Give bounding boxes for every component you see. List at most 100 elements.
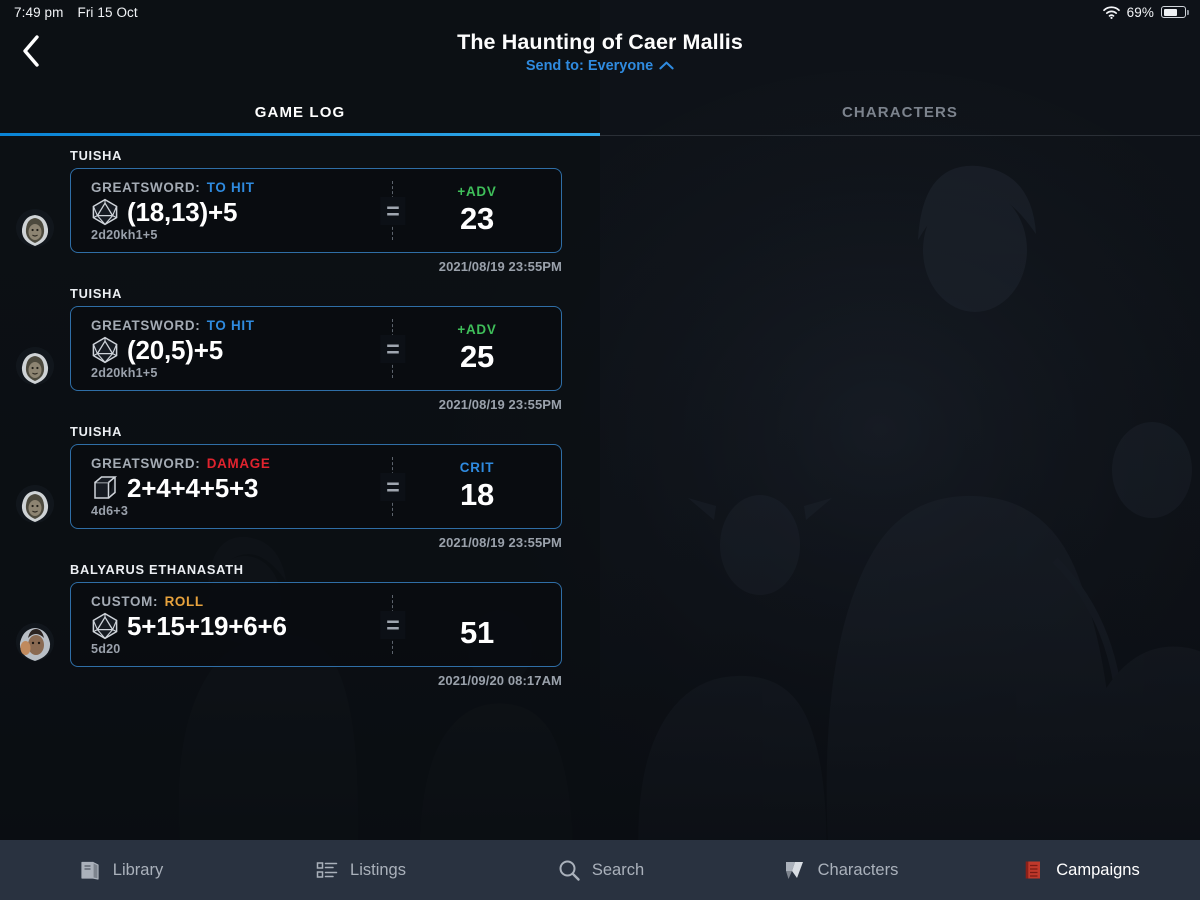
status-bar-left: 7:49 pm Fri 15 Oct: [14, 5, 138, 20]
app-root: 7:49 pm Fri 15 Oct 69% The Haunting of C…: [0, 0, 1200, 900]
roll-source: GREATSWORD:: [91, 180, 201, 195]
nav-item-search[interactable]: Search: [480, 857, 720, 883]
search-icon: [556, 857, 582, 883]
log-entry: BALYARUS ETHANASATH CUSTOM: ROLL 5+15+19…: [0, 558, 1200, 696]
status-time: 7:49 pm: [14, 4, 64, 20]
roll-card-right: +ADV 25: [393, 307, 561, 390]
log-entry: TUISHA GREATSWO: [0, 282, 1200, 420]
back-button[interactable]: [8, 28, 54, 74]
roll-card[interactable]: GREATSWORD: DAMAGE 2+4+4+5+3 4d6+3 = CRI…: [70, 444, 562, 529]
equals-sign: =: [380, 334, 406, 363]
roll-card-right: 51: [393, 583, 561, 666]
bottom-navigation-bar: Library Listings Search Characters Campa…: [0, 840, 1200, 900]
roll-expression-row: 2+4+4+5+3: [91, 473, 392, 503]
roll-card[interactable]: GREATSWORD: TO HIT (18,13)+5 2d20kh1+5 =…: [70, 168, 562, 253]
character-banner-icon: [782, 857, 808, 883]
tab-game-log-label: GAME LOG: [254, 104, 346, 121]
roll-kind: TO HIT: [206, 180, 255, 195]
avatar[interactable]: [16, 485, 54, 523]
nav-item-listings[interactable]: Listings: [240, 857, 480, 883]
d20-icon: [91, 612, 119, 640]
roll-label: GREATSWORD: TO HIT: [91, 180, 392, 195]
roll-card-left: GREATSWORD: TO HIT (20,5)+5 2d20kh1+5: [71, 307, 392, 390]
roll-expression-row: (20,5)+5: [91, 335, 392, 365]
d20-icon: [91, 198, 119, 226]
roll-card-right: +ADV 23: [393, 169, 561, 252]
roll-total: 51: [460, 614, 494, 650]
roll-expression-row: (18,13)+5: [91, 197, 392, 227]
send-to-label: Send to: Everyone: [525, 58, 654, 74]
roll-total: 18: [460, 476, 494, 512]
entry-body: GREATSWORD: TO HIT (18,13)+5 2d20kh1+5 =…: [0, 168, 1200, 253]
roll-card[interactable]: GREATSWORD: TO HIT (20,5)+5 2d20kh1+5 = …: [70, 306, 562, 391]
roll-label: GREATSWORD: DAMAGE: [91, 456, 392, 471]
equals-sign: =: [380, 196, 406, 225]
entry-timestamp: 2021/08/19 23:55PM: [438, 535, 562, 550]
roll-total: 25: [460, 338, 494, 374]
battery-icon: [1161, 6, 1189, 18]
avatar[interactable]: [16, 623, 54, 661]
card-divider: =: [380, 457, 406, 516]
tab-characters-label: CHARACTERS: [842, 104, 958, 121]
entry-timestamp: 2021/09/20 08:17AM: [438, 673, 562, 688]
tab-game-log[interactable]: GAME LOG: [0, 90, 600, 136]
entry-character-name: TUISHA: [70, 424, 123, 439]
roll-formula: 4d6+3: [91, 504, 129, 518]
log-entry: TUISHA GREATSWO: [0, 420, 1200, 558]
roll-expression: (20,5)+5: [127, 335, 223, 365]
entry-character-name: TUISHA: [70, 286, 123, 301]
roll-card-right: CRIT 18: [393, 445, 561, 528]
roll-source: GREATSWORD:: [91, 318, 201, 333]
status-badge: +ADV: [457, 183, 497, 199]
avatar[interactable]: [16, 347, 54, 385]
header-center: The Haunting of Caer Mallis Send to: Eve…: [0, 28, 1200, 74]
nav-item-campaigns-label: Campaigns: [1056, 860, 1140, 879]
entry-body: GREATSWORD: DAMAGE 2+4+4+5+3 4d6+3 = CRI…: [0, 444, 1200, 529]
roll-source: GREATSWORD:: [91, 456, 201, 471]
entry-timestamp: 2021/08/19 23:55PM: [438, 259, 562, 274]
roll-card[interactable]: CUSTOM: ROLL 5+15+19+6+6 5d20 = 51: [70, 582, 562, 667]
card-divider: =: [380, 181, 406, 240]
page-header: The Haunting of Caer Mallis Send to: Eve…: [0, 24, 1200, 90]
roll-card-left: GREATSWORD: TO HIT (18,13)+5 2d20kh1+5: [71, 169, 392, 252]
game-log-list[interactable]: TUISHA GREATSWORD: TO HIT (18,13)+5 2d20…: [0, 136, 1200, 839]
battery-fill: [1163, 8, 1177, 16]
roll-label: CUSTOM: ROLL: [91, 594, 392, 609]
roll-formula: 2d20kh1+5: [91, 366, 158, 380]
roll-expression: 2+4+4+5+3: [127, 473, 259, 503]
nav-item-characters-label: Characters: [817, 860, 899, 879]
roll-source: CUSTOM:: [91, 594, 159, 609]
card-divider: =: [380, 319, 406, 378]
card-divider: =: [380, 595, 406, 654]
roll-total: 23: [460, 200, 494, 236]
status-bar-right: 69%: [1102, 5, 1189, 20]
avatar[interactable]: [16, 209, 54, 247]
d6-icon: [91, 474, 119, 502]
entry-timestamp: 2021/08/19 23:55PM: [438, 397, 562, 412]
roll-kind: ROLL: [164, 594, 204, 609]
book-icon: [77, 857, 103, 883]
tab-bar: GAME LOG CHARACTERS: [0, 90, 1200, 136]
page-title: The Haunting of Caer Mallis: [457, 30, 743, 54]
roll-card-left: GREATSWORD: DAMAGE 2+4+4+5+3 4d6+3: [71, 445, 392, 528]
roll-expression: (18,13)+5: [127, 197, 238, 227]
chevron-up-icon: [659, 58, 674, 74]
nav-item-campaigns[interactable]: Campaigns: [960, 857, 1200, 883]
roll-expression-row: 5+15+19+6+6: [91, 611, 392, 641]
tab-characters[interactable]: CHARACTERS: [600, 90, 1200, 135]
nav-item-library-label: Library: [112, 860, 164, 879]
status-badge: +ADV: [457, 321, 497, 337]
nav-item-library[interactable]: Library: [0, 857, 240, 883]
nav-item-search-label: Search: [591, 860, 645, 879]
equals-sign: =: [380, 472, 406, 501]
entry-body: CUSTOM: ROLL 5+15+19+6+6 5d20 = 51: [0, 582, 1200, 667]
entry-character-name: TUISHA: [70, 148, 123, 163]
nav-item-characters[interactable]: Characters: [720, 857, 960, 883]
roll-formula: 5d20: [91, 642, 121, 656]
nav-item-listings-label: Listings: [350, 860, 406, 879]
status-bar: 7:49 pm Fri 15 Oct 69%: [0, 0, 1200, 24]
equals-sign: =: [380, 610, 406, 639]
d20-icon: [91, 336, 119, 364]
status-badge: CRIT: [459, 459, 495, 475]
send-to-selector[interactable]: Send to: Everyone: [526, 58, 674, 74]
